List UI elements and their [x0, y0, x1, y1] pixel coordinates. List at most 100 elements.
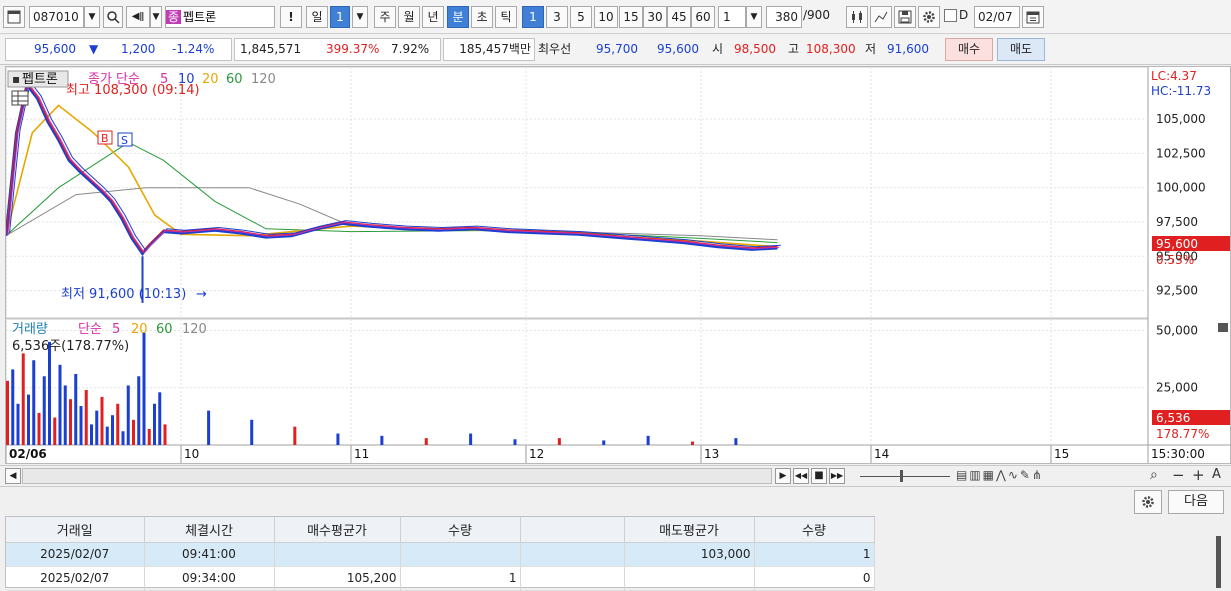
chart-svg[interactable]: 92,50095,00097,500100,000102,500105,000 … — [4, 66, 1230, 463]
volume-bar — [48, 341, 51, 445]
volume-panel — [5, 318, 1149, 446]
low-annotation: 최저 91,600 (10:13) — [61, 287, 186, 302]
line-tool-icon[interactable] — [870, 6, 892, 28]
y-tick-label: 97,500 — [1156, 215, 1198, 229]
stock-name-field[interactable]: 종 펩트론 — [165, 6, 275, 28]
minute-10[interactable]: 10 — [594, 6, 618, 28]
next-button[interactable]: 다음 — [1168, 490, 1224, 514]
table-row[interactable]: 2025/02/07 09:41:00 103,000 1 — [6, 542, 875, 567]
buy-button[interactable]: 매수 — [945, 38, 993, 61]
volume-bar — [42, 376, 46, 445]
period-second[interactable]: 초 — [471, 6, 493, 28]
minute-5[interactable]: 5 — [570, 6, 592, 28]
speaker-dropdown-icon[interactable]: ▼ — [150, 6, 162, 28]
col-buy-qty[interactable]: 수량 — [400, 517, 521, 543]
chart-scrollbar[interactable]: ◀ ▶ ◀◀ ■ ▶▶ ▤▥▦⋀∿✎⋔ ⌕ − + A — [0, 465, 1231, 487]
volume-bar — [163, 424, 167, 445]
zoom-out-icon[interactable]: − — [1172, 466, 1185, 484]
sell-signal-label: S — [121, 134, 128, 147]
minute-60[interactable]: 60 — [691, 6, 715, 28]
zoom-search-icon[interactable]: ⌕ — [1150, 467, 1158, 483]
play-icon[interactable]: ▶ — [775, 468, 791, 484]
search-icon[interactable] — [103, 6, 123, 28]
table-row[interactable]: 2025/02/07 09:34:00 105,200 1 0 — [6, 566, 875, 591]
rewind-icon[interactable]: ◀◀ — [793, 468, 809, 484]
period-day-count[interactable]: 1 — [330, 6, 350, 28]
volume-bar — [137, 376, 141, 445]
period-week[interactable]: 주 — [374, 6, 396, 28]
best-bid: 95,600 — [657, 42, 699, 56]
volume-bar — [469, 433, 473, 445]
col-trade-date[interactable]: 거래일 — [6, 517, 145, 543]
zoom-in-icon[interactable]: + — [1192, 466, 1205, 484]
hc-value: HC:-11.73 — [1151, 84, 1211, 98]
y-tick-label: 92,500 — [1156, 284, 1198, 298]
cell-buy-qty — [400, 542, 521, 567]
price-axis-labels: 92,50095,00097,500100,000102,500105,000 — [1156, 112, 1206, 297]
settings-gear-icon[interactable] — [1134, 490, 1162, 514]
fast-forward-icon[interactable]: ▶▶ — [829, 468, 845, 484]
scroll-left-icon[interactable]: ◀ — [5, 468, 21, 484]
minute-3[interactable]: 3 — [546, 6, 568, 28]
minute-45[interactable]: 45 — [667, 6, 691, 28]
window-icon[interactable] — [3, 6, 25, 28]
cell-sell-avg: 103,000 — [624, 542, 755, 567]
minute-15[interactable]: 15 — [619, 6, 643, 28]
period-day[interactable]: 일 — [306, 6, 328, 28]
high-annotation: 최고 108,300 (09:14) — [66, 83, 200, 98]
volume-bar — [90, 424, 93, 445]
col-sell-avg[interactable]: 매도평균가 — [624, 517, 755, 543]
alert-button[interactable]: ! — [280, 6, 302, 28]
volume-bar — [37, 412, 41, 445]
period-tick[interactable]: 틱 — [495, 6, 517, 28]
period-month[interactable]: 월 — [398, 6, 420, 28]
zoom-slider[interactable] — [860, 476, 950, 477]
table-view-icon[interactable] — [11, 90, 29, 106]
vertical-scrollbar[interactable] — [1216, 536, 1221, 588]
period-dropdown-icon[interactable]: ▼ — [352, 6, 368, 28]
date-checkbox[interactable] — [944, 9, 957, 22]
stock-badge: 종 — [166, 10, 182, 24]
stock-code-input[interactable]: 087010 — [29, 6, 84, 28]
drawing-tools-icons[interactable]: ▤▥▦⋀∿✎⋔ — [956, 468, 1044, 482]
font-size-icon[interactable]: A — [1212, 467, 1221, 482]
zoom-slider-thumb[interactable] — [900, 470, 903, 482]
col-buy-avg[interactable]: 매수평균가 — [274, 517, 401, 543]
stock-name-text: 펩트론 — [183, 10, 217, 24]
stop-icon[interactable]: ■ — [811, 468, 827, 484]
volume-bar — [250, 419, 254, 445]
scroll-track[interactable] — [22, 468, 772, 484]
period-minute[interactable]: 분 — [447, 6, 469, 28]
count-input[interactable]: 380 — [766, 6, 802, 28]
cell-buy-avg: 105,200 — [274, 566, 401, 591]
last-volume-value: 6,536 — [1156, 411, 1190, 425]
gear-icon[interactable] — [918, 6, 940, 28]
sell-button[interactable]: 매도 — [997, 38, 1045, 61]
volume-bar — [116, 403, 120, 445]
candle-icon[interactable] — [846, 6, 868, 28]
volume-panel-close-icon[interactable] — [1218, 323, 1228, 332]
period-year[interactable]: 년 — [422, 6, 444, 28]
x-tick-label: 10 — [184, 447, 199, 461]
date-input[interactable]: 02/07 — [974, 6, 1020, 28]
minute-1[interactable]: 1 — [522, 6, 544, 28]
interval-input[interactable]: 1 — [718, 6, 746, 28]
minute-30[interactable]: 30 — [643, 6, 667, 28]
volume-bar — [424, 438, 428, 445]
col-sell-qty[interactable]: 수량 — [754, 517, 875, 543]
vol-ma60-legend: 60 — [156, 322, 173, 337]
vol-tick-label: 25,000 — [1156, 381, 1198, 395]
chart-area[interactable]: 92,500 95,000 97,500 100,000 102,500 105,000 … — [4, 66, 1231, 464]
col-exec-time[interactable]: 체결시간 — [144, 517, 275, 543]
code-dropdown-icon[interactable]: ▼ — [84, 6, 100, 28]
price-panel-name: 펩트론 — [22, 72, 58, 87]
low-label: 저 — [865, 42, 877, 56]
volume-bar — [142, 332, 146, 445]
speaker-icon[interactable]: ◀ǁ — [126, 6, 150, 28]
calendar-icon[interactable] — [1022, 6, 1044, 28]
volume-bar — [111, 415, 114, 445]
save-icon[interactable] — [894, 6, 916, 28]
interval-dropdown-icon[interactable]: ▼ — [746, 6, 762, 28]
lc-value: LC:4.37 — [1151, 69, 1197, 83]
price-change-pct: -1.24% — [172, 42, 215, 56]
